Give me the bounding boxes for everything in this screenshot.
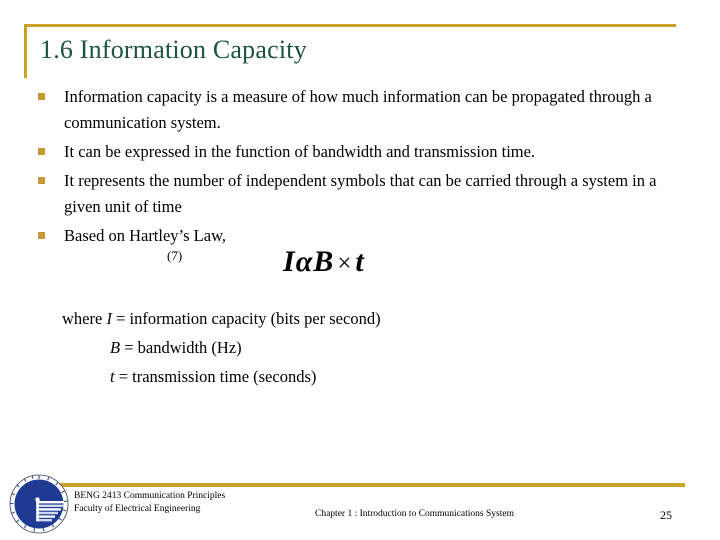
title-rule-top <box>24 24 676 27</box>
bullet-list: Information capacity is a measure of how… <box>34 84 664 252</box>
definition-row: t = transmission time (seconds) <box>62 362 381 391</box>
equation-variable-i: I <box>283 245 296 278</box>
list-item-text: It represents the number of independent … <box>64 171 657 216</box>
square-bullet-icon <box>38 232 45 239</box>
equation-multiply-operator: × <box>337 250 353 277</box>
list-item: Information capacity is a measure of how… <box>34 84 664 136</box>
definition-text: = information capacity (bits per second) <box>111 309 381 328</box>
variable-definitions: where I = information capacity (bits per… <box>62 304 381 391</box>
square-bullet-icon <box>38 148 45 155</box>
list-item: It can be expressed in the function of b… <box>34 139 664 165</box>
footer-course-info: BENG 2413 Communication Principles Facul… <box>74 490 225 515</box>
list-item-text: It can be expressed in the function of b… <box>64 142 536 161</box>
definition-row: where I = information capacity (bits per… <box>62 304 381 333</box>
title-rule-left <box>24 24 27 78</box>
footer-course-title: BENG 2413 Communication Principles <box>74 491 226 501</box>
footer-page-number: 25 <box>660 508 672 522</box>
equation-variable-t: t <box>355 245 365 278</box>
footer-rule <box>60 483 685 487</box>
university-seal-logo <box>8 473 70 535</box>
definition-symbol: B <box>110 338 121 357</box>
definition-text: = bandwidth (Hz) <box>120 338 242 357</box>
equation-alpha-symbol: α <box>295 245 314 278</box>
equation-number: (7) <box>167 248 183 263</box>
footer-chapter-title: Chapter 1 : Introduction to Communicatio… <box>315 509 514 519</box>
equation-row: (7) IαB × t <box>0 243 720 283</box>
equation-expression: IαB × t <box>283 243 365 283</box>
square-bullet-icon <box>38 93 45 100</box>
definition-text: = transmission time (seconds) <box>114 367 317 386</box>
list-item: It represents the number of independent … <box>34 168 664 220</box>
definition-row: B = bandwidth (Hz) <box>62 333 381 362</box>
list-item-text: Information capacity is a measure of how… <box>64 87 652 132</box>
definition-lead-label: where <box>62 309 107 328</box>
equation-variable-b: B <box>313 245 335 278</box>
presentation-slide: 1.6 Information Capacity Information cap… <box>0 0 720 540</box>
square-bullet-icon <box>38 177 45 184</box>
footer-faculty-name: Faculty of Electrical Engineering <box>74 503 201 514</box>
page-title: 1.6 Information Capacity <box>40 35 307 64</box>
